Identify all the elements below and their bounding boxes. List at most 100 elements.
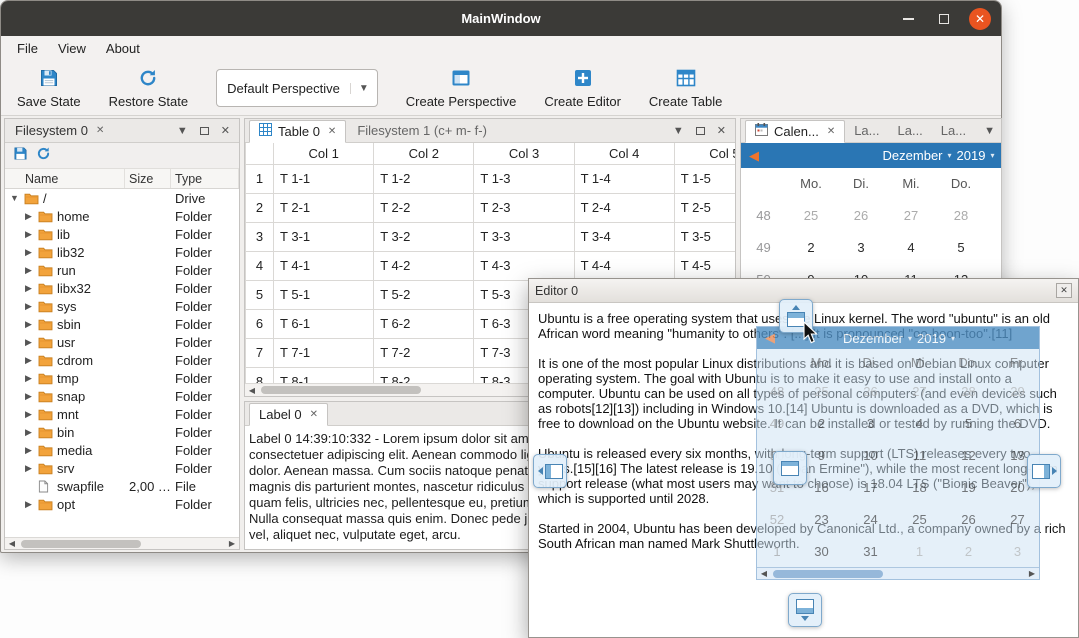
expander-icon[interactable]: ▶ [23,229,34,240]
scroll-left-icon[interactable]: ◀ [5,539,19,548]
scroll-right-icon[interactable]: ▶ [225,539,239,548]
expander-icon[interactable]: ▶ [23,463,34,474]
column-header[interactable]: Col 1 [274,143,374,164]
table-cell[interactable]: T 5-2 [374,280,474,309]
tab-right-1[interactable]: La... [845,119,888,142]
dock-indicator-top[interactable] [779,299,813,333]
table-cell[interactable]: T 3-1 [274,222,374,251]
restore-state-button[interactable]: Restore State [99,64,199,113]
calendar-date[interactable]: 26 [836,208,886,223]
tree-row[interactable]: ▶mediaFolder [5,441,239,459]
titlebar[interactable]: MainWindow ✕ [1,1,1001,36]
expander-icon[interactable]: ▶ [23,427,34,438]
tree-row[interactable]: ▶srvFolder [5,459,239,477]
table-cell[interactable]: T 3-5 [674,222,735,251]
dock-indicator-left[interactable] [533,454,567,488]
tree-row[interactable]: ▶binFolder [5,423,239,441]
expander-icon[interactable]: ▶ [23,319,34,330]
expander-icon[interactable]: ▶ [23,247,34,258]
menu-item-file[interactable]: File [7,38,48,59]
tree-row[interactable]: ▶homeFolder [5,207,239,225]
calendar-date[interactable]: 2 [786,240,836,255]
row-number[interactable]: 5 [246,280,274,309]
row-number[interactable]: 8 [246,367,274,383]
calendar-date[interactable]: 5 [936,240,986,255]
chevron-down-icon[interactable]: ▼ [172,125,193,137]
column-header[interactable]: Col 4 [574,143,674,164]
table-cell[interactable]: T 2-2 [374,193,474,222]
calendar-date[interactable]: 27 [886,208,936,223]
table-cell[interactable]: T 2-3 [474,193,574,222]
calendar-date[interactable]: 6 [986,240,1001,255]
tab-right-2[interactable]: La... [889,119,932,142]
dock-indicator-bottom[interactable] [788,593,822,627]
tree-row[interactable]: ▶usrFolder [5,333,239,351]
table-cell[interactable]: T 2-4 [574,193,674,222]
table-cell[interactable]: T 3-3 [474,222,574,251]
calendar-date[interactable]: 25 [786,208,836,223]
column-header[interactable]: Col 2 [374,143,474,164]
expander-icon[interactable]: ▶ [23,391,34,402]
row-number[interactable]: 1 [246,164,274,193]
table-cell[interactable]: T 7-2 [374,338,474,367]
calendar-date[interactable]: 28 [936,208,986,223]
tree-row[interactable]: ▶sbinFolder [5,315,239,333]
table-cell[interactable]: T 4-3 [474,251,574,280]
table-cell[interactable]: T 4-5 [674,251,735,280]
table-cell[interactable]: T 5-1 [274,280,374,309]
tree-row[interactable]: ▼/Drive [5,189,239,207]
tree-row[interactable]: ▶lib32Folder [5,243,239,261]
menu-item-view[interactable]: View [48,38,96,59]
menu-item-about[interactable]: About [96,38,150,59]
expander-icon[interactable]: ▼ [9,193,20,203]
close-icon[interactable]: ✕ [827,126,835,137]
table-cell[interactable]: T 4-4 [574,251,674,280]
dock-indicator-right[interactable] [1027,454,1061,488]
tree-row[interactable]: swapfile2,00 …File [5,477,239,495]
scrollbar-thumb[interactable] [261,386,421,394]
table-cell[interactable]: T 1-4 [574,164,674,193]
close-icon[interactable]: ✕ [712,124,731,137]
filesystem-panel-tab[interactable]: Filesystem 0 ✕ [9,123,110,138]
table-cell[interactable]: T 2-1 [274,193,374,222]
expander-icon[interactable]: ▶ [23,499,34,510]
expander-icon[interactable]: ▶ [23,409,34,420]
table-cell[interactable]: T 4-2 [374,251,474,280]
expander-icon[interactable]: ▶ [23,337,34,348]
row-number[interactable]: 2 [246,193,274,222]
tree-row[interactable]: ▶snapFolder [5,387,239,405]
row-number[interactable]: 6 [246,309,274,338]
tree-row[interactable]: ▶mntFolder [5,405,239,423]
perspective-combobox[interactable]: Default Perspective ▼ [216,69,378,107]
calendar-date[interactable]: 3 [836,240,886,255]
table-cell[interactable]: T 1-5 [674,164,735,193]
row-number[interactable]: 4 [246,251,274,280]
dock-indicator-center[interactable] [773,451,807,485]
table-cell[interactable]: T 7-1 [274,338,374,367]
tree-row[interactable]: ▶libFolder [5,225,239,243]
column-header-name[interactable]: Name [5,169,125,188]
table-cell[interactable]: T 1-1 [274,164,374,193]
table-cell[interactable]: T 8-1 [274,367,374,383]
previous-month-button[interactable]: ◀ [749,148,759,164]
maximize-button[interactable] [933,8,955,30]
chevron-down-icon[interactable]: ▼ [979,125,1000,137]
tree-row[interactable]: ▶sysFolder [5,297,239,315]
column-header[interactable]: Col 5 [674,143,735,164]
close-button[interactable]: ✕ [1056,283,1072,298]
float-icon[interactable] [195,127,214,135]
filesystem-tree-body[interactable]: ▼/Drive▶homeFolder▶libFolder▶lib32Folder… [5,189,239,525]
filesystem-hscrollbar[interactable]: ◀ ▶ [5,537,239,549]
tab-right-3[interactable]: La... [932,119,975,142]
tab-right-0[interactable]: Calen...✕ [745,120,845,143]
column-header-size[interactable]: Size [125,169,171,188]
scroll-left-icon[interactable]: ◀ [245,386,259,395]
expander-icon[interactable]: ▶ [23,373,34,384]
restore-icon[interactable] [36,146,51,166]
tree-row[interactable]: ▶runFolder [5,261,239,279]
expander-icon[interactable]: ▶ [23,211,34,222]
tab-label-0[interactable]: Label 0 ✕ [249,403,328,426]
save-state-button[interactable]: Save State [7,64,91,113]
create-perspective-button[interactable]: Create Perspective [396,64,527,113]
minimize-button[interactable] [897,8,919,30]
